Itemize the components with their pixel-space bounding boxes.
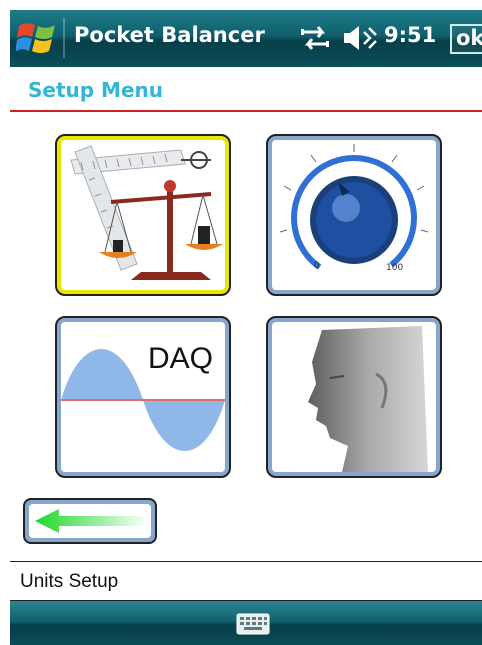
bottom-bar (10, 601, 482, 645)
dial-tick-label-0: 0 (314, 261, 320, 271)
head-profile-icon (308, 326, 428, 472)
daq-setup-tile[interactable]: DAQ (55, 316, 231, 478)
connectivity-icon[interactable] (300, 23, 330, 53)
gain-setup-tile[interactable]: 0 100 (266, 134, 442, 296)
dial-tick-label-100: 100 (386, 263, 403, 273)
page-title: Setup Menu (28, 78, 163, 102)
daq-label: DAQ (147, 342, 213, 375)
volume-icon[interactable] (342, 23, 378, 53)
ok-button[interactable]: ok (450, 24, 482, 54)
units-setup-tile[interactable] (55, 134, 231, 296)
device-screen: Pocket Balancer 9:51 ok Setup Menu 0 100… (10, 10, 482, 645)
keyboard-icon[interactable] (236, 613, 270, 635)
dial-knob-icon: 0 100 (279, 144, 429, 281)
scales-icon (70, 145, 223, 280)
user-setup-tile[interactable] (266, 316, 442, 478)
clock[interactable]: 9:51 (384, 23, 436, 47)
status-text: Units Setup (20, 571, 119, 592)
windows-start-icon[interactable] (16, 18, 58, 58)
title-separator (63, 18, 65, 58)
title-bar: Pocket Balancer 9:51 ok (10, 10, 482, 67)
app-title: Pocket Balancer (74, 23, 265, 47)
back-button[interactable] (23, 498, 157, 544)
back-arrow-icon (35, 509, 149, 533)
header-divider (10, 110, 482, 112)
status-divider-top (10, 561, 482, 562)
